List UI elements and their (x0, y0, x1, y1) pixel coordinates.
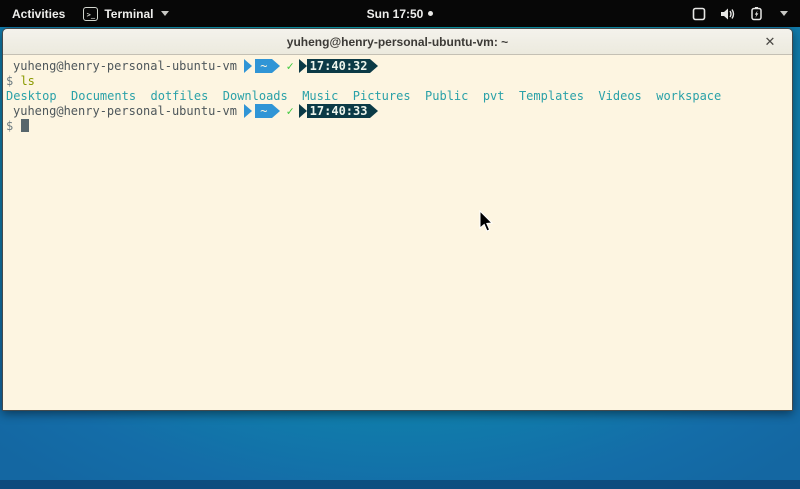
powerline-arrow-icon (299, 104, 307, 118)
notification-dot-icon (428, 11, 433, 16)
system-status-area[interactable] (691, 0, 800, 27)
powerline-arrow-icon (272, 104, 280, 118)
powerline-arrow-icon (370, 59, 378, 73)
prompt-time-segment: 17:40:33 (307, 104, 371, 118)
close-button[interactable]: ✕ (759, 29, 781, 55)
prompt-cwd-segment: ~ (255, 59, 272, 73)
app-menu-label: Terminal (104, 7, 153, 21)
app-menu-terminal[interactable]: >_ Terminal (83, 7, 169, 21)
terminal-cursor (21, 119, 29, 132)
powerline-arrow-icon (272, 59, 280, 73)
prompt-user-host: yuheng@henry-personal-ubuntu-vm (6, 59, 237, 73)
activities-button[interactable]: Activities (12, 7, 65, 21)
prompt-line: yuheng@henry-personal-ubuntu-vm ~ ✓ 17:4… (6, 58, 790, 73)
powerline-arrow-icon (299, 59, 307, 73)
chevron-down-icon (780, 11, 788, 16)
prompt-time-segment: 17:40:32 (307, 59, 371, 73)
terminal-window: yuheng@henry-personal-ubuntu-vm: ~ ✕ yuh… (2, 28, 793, 411)
input-line: $ (6, 118, 790, 133)
ls-output-line: Desktop Documents dotfiles Downloads Mus… (6, 88, 790, 103)
prompt-status-check: ✓ (280, 104, 298, 118)
command-line: $ ls (6, 73, 790, 88)
prompt-user-host: yuheng@henry-personal-ubuntu-vm (6, 104, 237, 118)
powerline-arrow-icon (370, 104, 378, 118)
desktop-bottom-shade (0, 480, 800, 489)
top-bar: Activities >_ Terminal Sun 17:50 (0, 0, 800, 27)
prompt-dollar: $ (6, 74, 20, 88)
battery-charging-icon (749, 7, 765, 21)
prompt-status-check: ✓ (280, 59, 298, 73)
prompt-dollar: $ (6, 119, 20, 133)
clock[interactable]: Sun 17:50 (367, 7, 424, 21)
chevron-down-icon (161, 11, 169, 16)
powerline-arrow-icon (244, 104, 252, 118)
volume-icon (720, 7, 736, 21)
window-titlebar[interactable]: yuheng@henry-personal-ubuntu-vm: ~ ✕ (3, 29, 792, 55)
terminal-content[interactable]: yuheng@henry-personal-ubuntu-vm ~ ✓ 17:4… (3, 55, 792, 410)
prompt-line: yuheng@henry-personal-ubuntu-vm ~ ✓ 17:4… (6, 103, 790, 118)
typed-command: ls (20, 74, 34, 88)
powerline-arrow-icon (244, 59, 252, 73)
display-icon (691, 7, 707, 21)
terminal-app-icon: >_ (83, 7, 98, 21)
window-title: yuheng@henry-personal-ubuntu-vm: ~ (287, 35, 508, 49)
prompt-cwd-segment: ~ (255, 104, 272, 118)
